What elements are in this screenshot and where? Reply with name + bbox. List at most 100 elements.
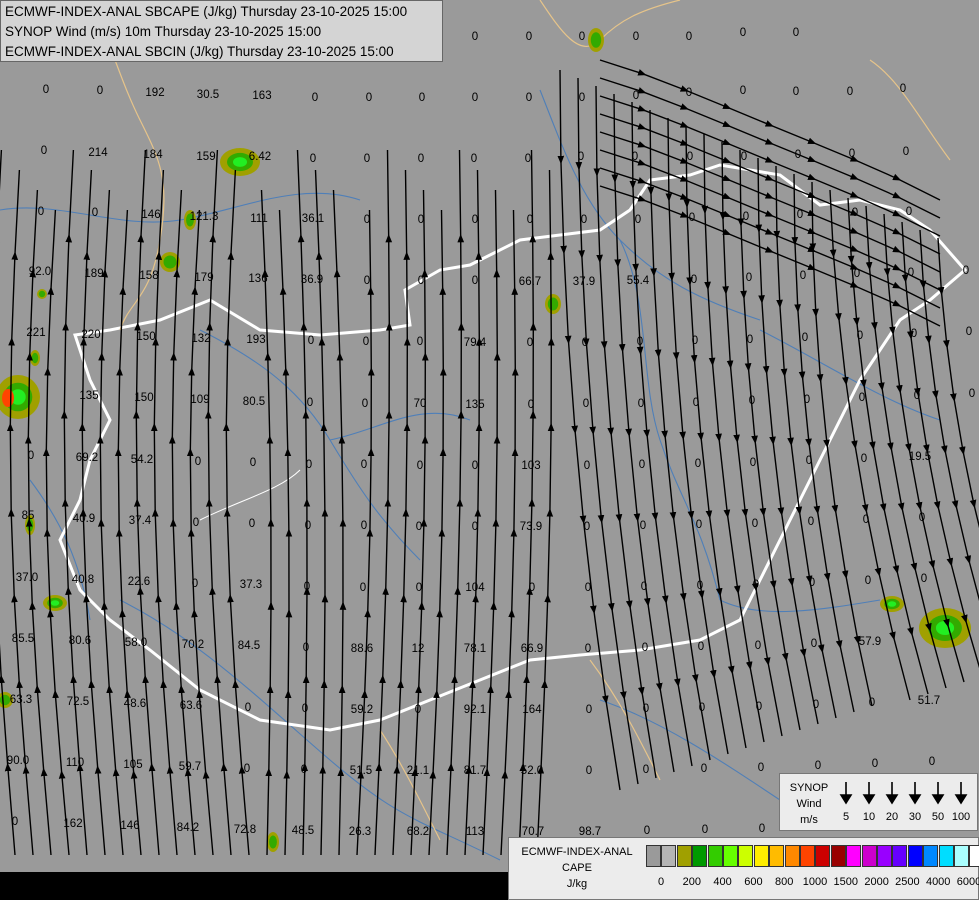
cape-legend-label-1: ECMWF-INDEX-ANAL	[521, 846, 633, 858]
cape-value-label: 0	[249, 457, 257, 469]
cape-value-label: 0	[638, 459, 646, 471]
cape-value-label: 0	[416, 336, 424, 348]
cape-value-label: 51.7	[917, 695, 941, 707]
cape-value-label: 0	[471, 214, 479, 226]
cape-value-label: 85	[21, 510, 35, 522]
cape-value-label: 0	[417, 214, 425, 226]
cape-value-label: 0	[359, 582, 367, 594]
cape-value-label: 105	[123, 759, 143, 771]
cape-value-label: 0	[792, 86, 800, 98]
cape-value-label: 0	[471, 460, 479, 472]
cape-swatch	[877, 845, 892, 867]
cape-swatch	[800, 845, 815, 867]
cape-value-label: 0	[301, 703, 309, 715]
cape-area-high	[887, 601, 897, 607]
cape-area-mid	[31, 352, 39, 364]
cape-value-label: 163	[252, 90, 272, 102]
cape-value-label: 0	[742, 211, 750, 223]
cape-legend: ECMWF-INDEX-ANAL CAPE J/kg 0 200 400 600 800…	[508, 837, 979, 900]
cape-value-label: 0	[418, 92, 426, 104]
cape-value-label: 164	[522, 704, 542, 716]
cape-value-label: 214	[88, 147, 108, 159]
cape-scale-label: 4000	[925, 876, 951, 888]
cape-value-label: 0	[524, 153, 532, 165]
cape-value-label: 111	[250, 213, 268, 225]
cape-value-label: 0	[581, 337, 589, 349]
cape-swatch	[846, 845, 862, 867]
cape-value-label: 179	[194, 272, 214, 284]
cape-value-label: 57.9	[858, 636, 882, 648]
cape-value-label: 104	[465, 582, 485, 594]
cape-value-label: 79.4	[463, 337, 487, 349]
cape-scale-label: 600	[744, 876, 763, 888]
cape-value-label: 66.9	[520, 643, 544, 655]
cape-value-label: 220	[81, 329, 101, 341]
cape-value-label: 0	[749, 457, 757, 469]
cape-value-label: 0	[860, 453, 868, 465]
cape-legend-label-2: CAPE	[562, 862, 592, 874]
wind-legend-value: 30	[908, 811, 922, 823]
cape-swatch	[954, 845, 969, 867]
cape-swatch	[646, 845, 661, 867]
cape-swatch	[815, 845, 831, 867]
cape-value-label: 0	[578, 92, 586, 104]
cape-value-label: 0	[913, 390, 921, 402]
cape-value-label: 0	[858, 392, 866, 404]
cape-value-label: 0	[808, 577, 816, 589]
cape-value-label: 0	[632, 31, 640, 43]
cape-value-label: 0	[248, 518, 256, 530]
cape-value-label: 0	[905, 206, 913, 218]
cape-value-label: 0	[27, 450, 35, 462]
cape-value-label: 0	[692, 397, 700, 409]
cape-value-label: 63.3	[9, 694, 33, 706]
cape-value-label: 0	[363, 153, 371, 165]
cape-value-label: 0	[582, 398, 590, 410]
cape-swatch	[676, 845, 692, 867]
cape-swatch	[907, 845, 923, 867]
cape-value-label: 0	[632, 90, 640, 102]
cape-value-label: 0	[525, 31, 533, 43]
cape-swatch	[784, 845, 800, 867]
cape-value-label: 0	[471, 275, 479, 287]
cape-value-label: 0	[639, 520, 647, 532]
cape-value-label: 0	[526, 337, 534, 349]
cape-area-mid	[590, 32, 602, 48]
cape-value-label: 72.5	[66, 696, 90, 708]
cape-value-label: 0	[685, 31, 693, 43]
cape-value-label: 66.7	[518, 276, 542, 288]
cape-value-label: 162	[63, 818, 83, 830]
cape-value-label: 0	[528, 582, 536, 594]
cape-value-label: 0	[792, 27, 800, 39]
cape-scale-label: 400	[713, 876, 732, 888]
cape-value-label: 0	[37, 206, 45, 218]
cape-swatch	[707, 845, 723, 867]
cape-value-label: 0	[642, 703, 650, 715]
cape-value-label: 69.2	[75, 452, 99, 464]
cape-value-label: 0	[362, 336, 370, 348]
cape-value-label: 0	[853, 268, 861, 280]
cape-value-label: 0	[920, 573, 928, 585]
cape-value-label: 37.3	[239, 579, 263, 591]
cape-swatch	[753, 845, 769, 867]
cape-swatch	[830, 845, 846, 867]
cape-value-label: 84.5	[237, 640, 261, 652]
cape-value-label: 113	[465, 826, 485, 838]
cape-value-label: 48.6	[123, 698, 147, 710]
cape-value-label: 0	[752, 579, 760, 591]
cape-value-label: 0	[244, 702, 252, 714]
cape-value-label: 80.6	[68, 635, 92, 647]
wind-legend-value: 50	[931, 811, 945, 823]
cape-scale-label: 200	[682, 876, 701, 888]
cape-value-label: 0	[40, 145, 48, 157]
cape-value-label: 0	[686, 151, 694, 163]
cape-value-label: 150	[136, 331, 156, 343]
wind-legend-label-1: SYNOP	[789, 782, 829, 794]
cape-value-label: 6.42	[248, 151, 272, 163]
cape-swatch	[969, 845, 979, 867]
cape-value-label: 0	[751, 518, 759, 530]
wind-title: SYNOP Wind (m/s) 10m Thursday 23-10-2025…	[5, 24, 322, 39]
cape-value-label: 0	[470, 153, 478, 165]
cape-value-label: 63.6	[179, 700, 203, 712]
cape-value-label: 0	[690, 274, 698, 286]
cape-value-label: 0	[758, 823, 766, 835]
